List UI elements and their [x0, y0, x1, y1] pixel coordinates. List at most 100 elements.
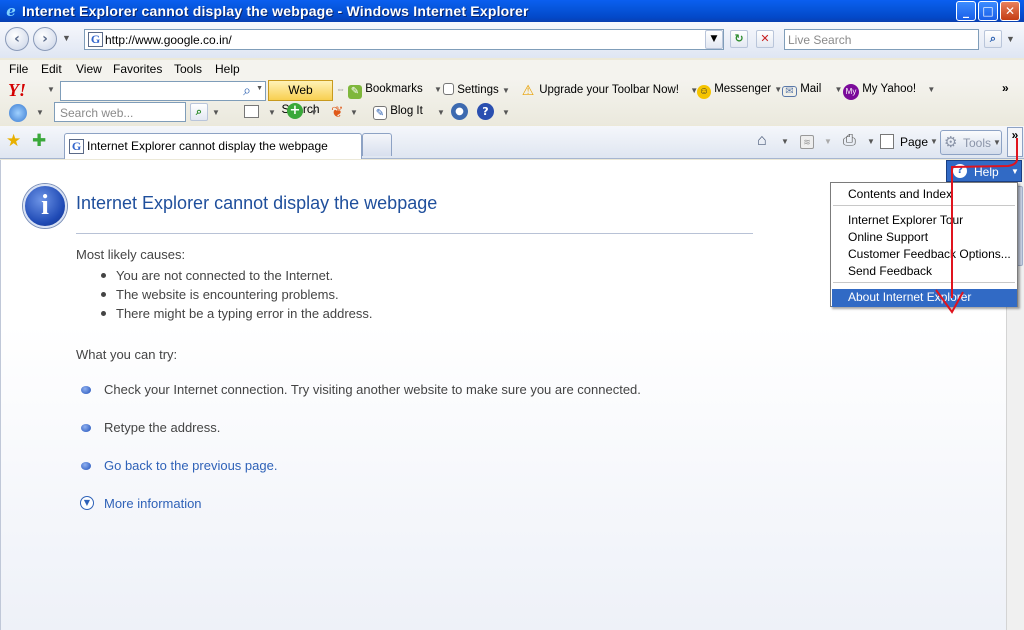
address-field[interactable]: G http://www.google.co.in/ ▼	[84, 29, 724, 50]
back-button[interactable]: ‹	[5, 27, 29, 51]
tab-google-favicon-icon: G	[69, 139, 84, 154]
home-dropdown-icon[interactable]: ▼	[781, 137, 789, 146]
menu-item-feedback-options[interactable]: Customer Feedback Options...	[848, 247, 1011, 261]
help-dropdown-icon[interactable]: ▼	[502, 108, 510, 117]
menu-item-ie-tour[interactable]: Internet Explorer Tour	[848, 213, 963, 227]
search-options-icon[interactable]: ▼	[1006, 34, 1015, 44]
menu-file[interactable]: File	[9, 62, 28, 76]
print-icon[interactable]: ⎙	[843, 132, 856, 150]
tools-dropdown-icon[interactable]: ▼	[993, 138, 1001, 147]
yahoo-menu-dropdown-icon[interactable]: ▼	[47, 85, 55, 94]
refresh-icon[interactable]: ↻	[730, 30, 748, 48]
ie-logo-icon: e	[6, 2, 16, 20]
blog-it-dropdown-icon[interactable]: ▼	[437, 108, 445, 117]
feeds-dropdown-icon[interactable]: ▼	[824, 137, 832, 146]
add-plus-icon[interactable]: +	[287, 103, 303, 119]
butterfly-icon[interactable]: ❦	[331, 103, 344, 121]
stop-icon[interactable]: ✕	[756, 30, 774, 48]
windows-live-icon[interactable]	[9, 104, 27, 122]
maximize-button[interactable]: □	[978, 1, 998, 21]
close-button[interactable]: ✕	[1000, 1, 1020, 21]
tools-menu-button[interactable]: ⚙ Tools ▼	[940, 130, 1002, 155]
search-web-dropdown-icon[interactable]: ▼	[212, 108, 220, 117]
expand-chevron-icon[interactable]: ▼	[80, 496, 94, 510]
help-menu-button[interactable]: ? Help ▼	[946, 160, 1022, 182]
address-url: http://www.google.co.in/	[105, 33, 232, 47]
research-icon[interactable]: ●	[451, 103, 468, 120]
bullet-icon	[101, 292, 106, 297]
upgrade-toolbar-button[interactable]: ⚠ Upgrade your Toolbar Now! ▼	[520, 83, 698, 97]
mail-envelope-icon: ✉	[782, 86, 797, 97]
toolbar-overflow-chevron-icon[interactable]: »	[1002, 81, 1009, 95]
tab-active[interactable]: G Internet Explorer cannot display the w…	[64, 133, 362, 159]
mail-dropdown-icon[interactable]: ▼	[835, 85, 843, 94]
page-menu-button[interactable]: Page	[900, 135, 928, 149]
warning-icon: ⚠	[521, 82, 535, 98]
cause-text: You are not connected to the Internet.	[116, 268, 334, 283]
menu-help[interactable]: Help	[215, 62, 240, 76]
gear-icon: ⚙	[944, 134, 958, 151]
menu-tools[interactable]: Tools	[174, 62, 202, 76]
cause-item: There might be a typing error in the add…	[101, 306, 373, 321]
mail-button[interactable]: ✉ Mail ▼	[782, 83, 842, 97]
new-tab-button[interactable]	[362, 133, 392, 156]
search-web-input[interactable]: Search web...	[54, 102, 186, 122]
menu-item-online-support[interactable]: Online Support	[848, 230, 928, 244]
search-history-dropdown-icon[interactable]: ▼	[256, 85, 263, 92]
blue-bullet-icon	[81, 462, 91, 470]
address-dropdown-icon[interactable]: ▼	[705, 30, 723, 49]
favorites-star-icon[interactable]: ★	[6, 131, 21, 151]
home-icon[interactable]: ⌂	[757, 132, 767, 150]
feeds-icon[interactable]: ≋	[800, 135, 814, 149]
history-dropdown-icon[interactable]: ▼	[62, 33, 71, 43]
blog-it-button[interactable]: ✎ Blog It	[373, 105, 423, 120]
yahoo-search-input[interactable]: ⌕ ▼	[60, 81, 266, 101]
add-dropdown-icon[interactable]: ▼	[310, 108, 318, 117]
help-question-icon[interactable]: ?	[477, 103, 494, 120]
upgrade-label: Upgrade your Toolbar Now!	[539, 84, 679, 96]
forward-button[interactable]: ›	[33, 27, 57, 51]
google-favicon-icon: G	[88, 32, 103, 47]
menu-view[interactable]: View	[76, 62, 102, 76]
page-heading: Internet Explorer cannot display the web…	[76, 193, 438, 213]
add-favorite-icon[interactable]: ✚	[32, 131, 46, 151]
butterfly-dropdown-icon[interactable]: ▼	[350, 108, 358, 117]
menu-separator	[833, 282, 1015, 283]
settings-button[interactable]: Settings ▼	[443, 83, 510, 96]
live-dropdown-icon[interactable]: ▼	[36, 108, 44, 117]
menu-separator	[833, 205, 1015, 206]
page-icon[interactable]	[880, 134, 894, 149]
highlight-dropdown-icon[interactable]: ▼	[268, 108, 276, 117]
address-toolbar: ‹ › ▼ G http://www.google.co.in/ ▼ ↻ ✕ L…	[0, 22, 1024, 58]
my-yahoo-dropdown-icon[interactable]: ▼	[927, 85, 935, 94]
search-icon[interactable]: ⌕	[984, 30, 1002, 48]
command-bar-chevron-icon[interactable]: »	[1007, 127, 1023, 157]
more-information-link[interactable]: More information	[104, 496, 202, 511]
live-search-input[interactable]: Live Search	[784, 29, 979, 50]
tools-label: Tools	[963, 136, 992, 150]
bookmarks-dropdown-icon[interactable]: ▼	[434, 85, 442, 94]
settings-icon	[443, 83, 454, 95]
menu-edit[interactable]: Edit	[41, 62, 62, 76]
print-dropdown-icon[interactable]: ▼	[867, 137, 875, 146]
blue-bullet-icon	[81, 424, 91, 432]
bookmarks-button[interactable]: ✎ Bookmarks ▼	[348, 83, 442, 99]
minimize-button[interactable]: _	[956, 1, 976, 21]
menu-item-send-feedback[interactable]: Send Feedback	[848, 264, 932, 278]
menu-item-about-ie[interactable]: About Internet Explorer	[848, 290, 971, 304]
page-dropdown-icon[interactable]: ▼	[930, 137, 938, 146]
settings-dropdown-icon[interactable]: ▼	[502, 86, 510, 95]
menu-favorites[interactable]: Favorites	[113, 62, 162, 76]
messenger-button[interactable]: ☺ Messenger ▼	[697, 83, 782, 99]
my-yahoo-button[interactable]: My My Yahoo! ▼	[843, 83, 935, 100]
highlight-icon[interactable]	[244, 105, 259, 118]
cause-text: The website is encountering problems.	[116, 287, 339, 302]
divider	[76, 233, 753, 234]
my-yahoo-label: My Yahoo!	[862, 83, 917, 95]
go-back-link[interactable]: Go back to the previous page.	[104, 458, 277, 473]
web-search-button[interactable]: Web Search	[268, 80, 333, 116]
menu-item-contents-index[interactable]: Contents and Index	[848, 187, 952, 201]
magnifier-icon[interactable]: ⌕	[243, 82, 251, 99]
yahoo-logo-icon[interactable]: Y!	[8, 80, 26, 101]
search-web-go-icon[interactable]: ⌕	[190, 103, 208, 121]
